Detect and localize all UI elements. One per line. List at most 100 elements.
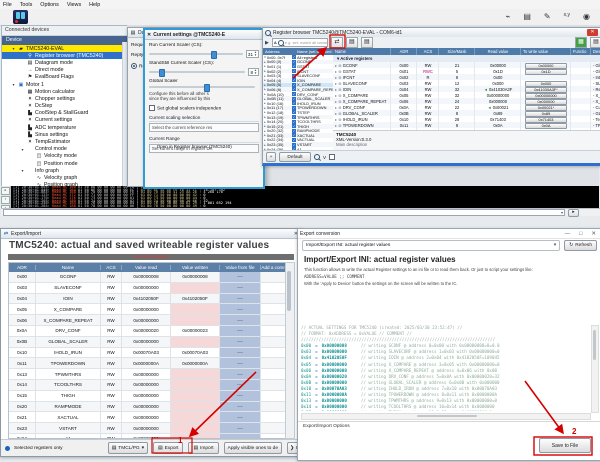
conversion-type-select[interactable]: Import/Export INI: actual register value…	[302, 240, 560, 251]
tree-item-tmc5240-eval[interactable]: ▾▰TMC5240-EVAL	[2, 45, 128, 52]
tree-item-control-mode[interactable]: ▾Control mode	[2, 146, 128, 153]
checked-checkbox-icon[interactable]: ✓	[292, 78, 296, 82]
value-row-x_compare_repeat[interactable]: 0x06X_COMPARE_REPEATRW0x00000000----	[9, 315, 288, 326]
tree-item-chopper-settings[interactable]: ×Chopper settings	[2, 95, 128, 102]
code-vertical-scrollbar[interactable]	[591, 325, 599, 413]
tree-item-evalboard-flags[interactable]: ⚑EvalBoard Flags	[2, 74, 128, 81]
copy-page-icon[interactable]: ▤	[346, 37, 358, 48]
checked-checkbox-icon[interactable]: ✓	[292, 101, 296, 105]
value-row-drv_conf[interactable]: 0x0ADRV_CONFRW0x000000200x00000023----	[9, 326, 288, 337]
checked-checkbox-icon[interactable]: ✓	[292, 55, 296, 59]
tmcl-pg-button[interactable]: ▤TMCL/PG▾	[108, 442, 148, 454]
column-header-acs[interactable]: ACS	[101, 265, 122, 270]
tree-item-adc-temperature[interactable]: ▙ADC temperature	[2, 124, 128, 131]
menu-tools[interactable]: Tools	[20, 2, 33, 8]
tree-item-datagram-mode[interactable]: ▤Datagram mode	[2, 59, 128, 66]
column-header-value-from-file[interactable]: Value from file	[220, 265, 261, 270]
tree-item-tempestimator[interactable]: ×TempEstimator	[2, 138, 128, 145]
copy-page2-icon[interactable]: ▤	[361, 37, 373, 48]
menu-file[interactable]: File	[3, 2, 12, 8]
maximize-icon[interactable]: □	[579, 231, 582, 237]
import-button[interactable]: ▤Import	[188, 442, 218, 454]
column-header-value-read[interactable]: Value read	[122, 265, 171, 270]
xy-axes-icon[interactable]: x,y	[564, 12, 570, 21]
column-header-read-value[interactable]: Read value	[475, 48, 521, 55]
value-row-tpwmthrs[interactable]: 0x13TPWMTHRSRW0x00000000----	[9, 369, 288, 380]
value-row-ioin[interactable]: 0x04IOINRW0x4102050F0x4102050F----	[9, 294, 288, 305]
tree-item-dcstep[interactable]: ×DcStep	[2, 103, 128, 110]
value-row-gconf[interactable]: 0x00GCONFRW0x000000080x00000008----	[9, 272, 288, 283]
spinner-arrows-icon[interactable]: ▲▼	[254, 51, 257, 56]
scaling-selector[interactable]: Select the current reference res	[149, 123, 259, 132]
column-header-value-written[interactable]: Value written	[171, 265, 220, 270]
checked-checkbox-icon[interactable]: ✓	[292, 143, 296, 147]
tree-item-current-settings[interactable]: ×Current settings	[2, 117, 128, 124]
value-row-rampmode[interactable]: 0x20RAMPMODERW0x00000000----	[9, 402, 288, 413]
value-row-ihold_irun[interactable]: 0x10IHOLD_IRUNRW0x00070A030x00070A03----	[9, 348, 288, 359]
value-row-global_scaler[interactable]: 0x0BGLOBAL_SCALERRW0x00000000----	[9, 337, 288, 348]
menu-options[interactable]: Options	[40, 2, 59, 8]
checked-checkbox-icon[interactable]: ✓	[292, 64, 296, 68]
column-header-name[interactable]: Name	[333, 48, 391, 55]
column-header-name[interactable]: Name	[36, 265, 101, 270]
column-header-adr[interactable]: ADR	[391, 48, 417, 55]
import-export-values-icon[interactable]: ⇄	[331, 37, 343, 48]
tree-item-sinus-settings[interactable]: ▙Sinus settings	[2, 131, 128, 138]
slider-handle[interactable]	[211, 51, 217, 59]
command-send-button[interactable]: ▸	[568, 209, 579, 217]
expand-button[interactable]: +	[266, 152, 276, 162]
menu-views[interactable]: Views	[67, 2, 81, 8]
value-row-thigh[interactable]: 0x15THIGHRW0x00000000----	[9, 391, 288, 402]
tree-expander-icon[interactable]: ▾	[11, 46, 16, 51]
column-header-size-mask[interactable]: Size/Mask	[439, 48, 475, 55]
standstill-current-spinbox[interactable]: 8▲▼	[248, 68, 259, 76]
eye-icon[interactable]: ◉	[583, 12, 590, 21]
tmcl-log-console[interactable]: [1] 20:30:01.004: Read MC 160 01 50 6D 0…	[1, 186, 599, 208]
value-row-x_compare[interactable]: 0x05X_COMPARERW0x00000000----	[9, 304, 288, 315]
export-import-titlebar[interactable]: ⇄ Export/Import ✕	[1, 229, 302, 239]
column-header-adr[interactable]: ADR	[9, 265, 36, 270]
tree-item-position-mode[interactable]: ◫Position mode	[2, 160, 128, 167]
value-row-tcoolthrs[interactable]: 0x14TCOOLTHRSRW0x00000000----	[9, 380, 288, 391]
checked-checkbox-icon[interactable]: ✓	[292, 110, 296, 114]
checked-checkbox-icon[interactable]: ✓	[292, 60, 296, 64]
checked-checkbox-icon[interactable]: ✓	[292, 129, 296, 133]
plug-icon[interactable]: ⌁	[506, 12, 511, 21]
value-row-slaveconf[interactable]: 0x03SLAVECONFRW0x00000000----	[9, 283, 288, 294]
global-scalers-checkbox[interactable]: Set global scalers independen	[149, 105, 259, 111]
checked-checkbox-icon[interactable]: ✓	[292, 106, 296, 110]
excel-export-icon[interactable]: ▦	[575, 37, 587, 48]
code-horizontal-scrollbar[interactable]	[301, 413, 591, 420]
ini-code-view[interactable]: // ACTUAL SETTINGS FOR TMC5240 (created:…	[301, 325, 591, 411]
save-to-file-button[interactable]: Save to File	[539, 438, 591, 453]
column-header-to-write-value[interactable]: To write value	[521, 48, 571, 55]
tree-item-motor-1[interactable]: ▾▣Motor 1	[2, 81, 128, 88]
tree-item-velocity-mode[interactable]: ◫Velocity mode	[2, 153, 128, 160]
value-row-vstart[interactable]: 0x23VSTARTRW0x00000000----	[9, 423, 288, 434]
run-current-slider[interactable]	[149, 53, 243, 55]
default-view-combo[interactable]: Default	[279, 152, 311, 162]
value-row-xactual[interactable]: 0x21XACTUALRW0x00000000----	[9, 412, 288, 423]
footer-magnifier-icon[interactable]	[314, 154, 320, 160]
checked-checkbox-icon[interactable]: ✓	[292, 69, 296, 73]
global-scaler-slider[interactable]	[149, 86, 255, 88]
pencil-icon[interactable]: ✎	[544, 12, 551, 21]
tree-expander-icon[interactable]: ▾	[20, 147, 25, 152]
footer-checkbox[interactable]	[329, 154, 335, 160]
run-current-spinbox[interactable]: 31▲▼	[246, 50, 259, 58]
checked-checkbox-icon[interactable]: ✓	[292, 138, 296, 142]
menu-help[interactable]: Help	[89, 2, 100, 8]
tree-item-velocity-graph[interactable]: ∿Velocity graph	[2, 174, 128, 181]
log-stop-icon[interactable]: ▪	[1, 196, 10, 204]
tree-item-direct-mode[interactable]: →Direct mode	[2, 67, 128, 74]
open-register-browser-link[interactable]: → Open in Register browser (TMC5240)	[151, 144, 232, 149]
log-play-icon[interactable]: ▸	[1, 187, 10, 195]
collapse-button[interactable]: ▶	[265, 40, 269, 46]
checked-checkbox-icon[interactable]: ✓	[292, 124, 296, 128]
column-header-functio[interactable]: Functio	[571, 48, 591, 55]
spinner-arrows-icon[interactable]: ▲▼	[254, 69, 257, 74]
slider-handle[interactable]	[204, 84, 210, 92]
checked-checkbox-icon[interactable]: ✓	[292, 83, 296, 87]
register-filter-input[interactable]: A e.g. set: match all names conta	[272, 38, 328, 47]
checked-checkbox-icon[interactable]: ✓	[292, 120, 296, 124]
